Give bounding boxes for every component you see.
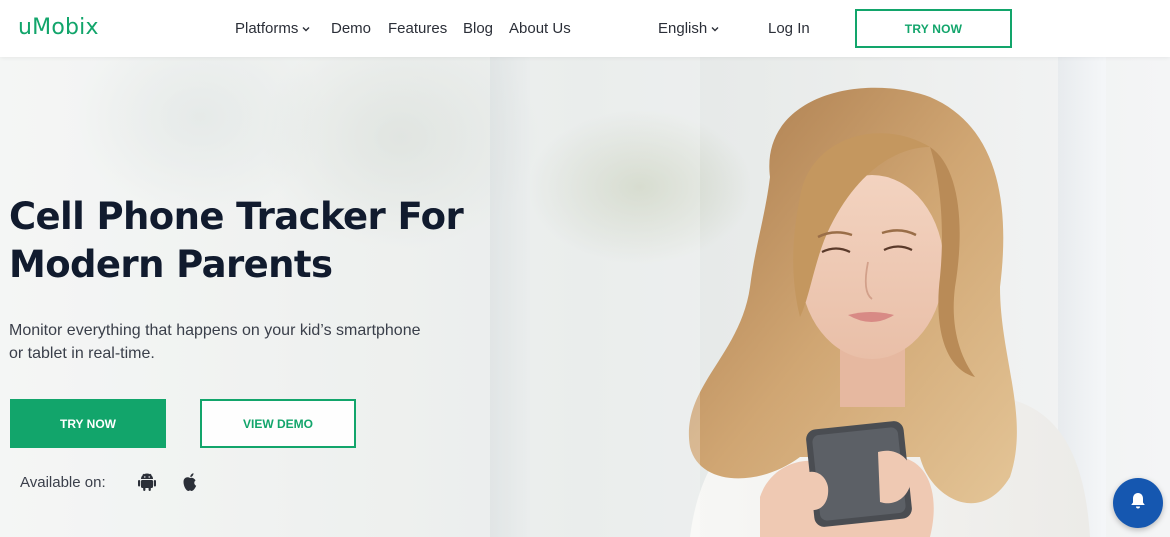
nav-features[interactable]: Features [388,20,447,37]
nav-about-us[interactable]: About Us [509,20,571,37]
hero-try-now-button[interactable]: TRY NOW [10,399,166,448]
top-nav: uMobix Platforms Demo Features Blog Abou… [0,0,1170,57]
language-label: English [658,20,708,37]
apple-icon[interactable] [179,471,201,493]
hero-title: Cell Phone Tracker For Modern Parents [9,193,529,289]
hero-subtitle-line2: or tablet in real-time. [9,345,155,362]
bell-icon [1128,491,1148,516]
language-selector[interactable]: English [658,20,720,37]
chevron-down-icon [301,24,311,34]
header-try-now-button[interactable]: TRY NOW [855,9,1012,48]
login-label: Log In [768,20,810,37]
nav-about-us-label: About Us [509,20,571,37]
hero-photo [0,57,1090,537]
chevron-down-icon [710,24,720,34]
hero-subtitle: Monitor everything that happens on your … [9,319,489,365]
hero-title-line1: Cell Phone Tracker For [9,195,464,238]
available-on-label: Available on: [20,474,106,491]
login-link[interactable]: Log In [768,20,810,37]
android-icon[interactable] [136,471,158,493]
notification-bell-button[interactable] [1113,478,1163,528]
page: uMobix Platforms Demo Features Blog Abou… [0,0,1170,537]
nav-blog[interactable]: Blog [463,20,493,37]
hero-title-line2: Modern Parents [9,243,333,286]
nav-platforms-label: Platforms [235,20,299,37]
nav-demo-label: Demo [331,20,372,37]
logo[interactable]: uMobix [18,15,99,40]
hero-section: Cell Phone Tracker For Modern Parents Mo… [0,57,1170,537]
nav-platforms[interactable]: Platforms [235,20,311,37]
nav-demo[interactable]: Demo [331,20,371,37]
view-demo-button[interactable]: VIEW DEMO [200,399,356,448]
nav-blog-label: Blog [463,20,494,37]
nav-features-label: Features [388,20,448,37]
hero-subtitle-line1: Monitor everything that happens on your … [9,322,421,339]
